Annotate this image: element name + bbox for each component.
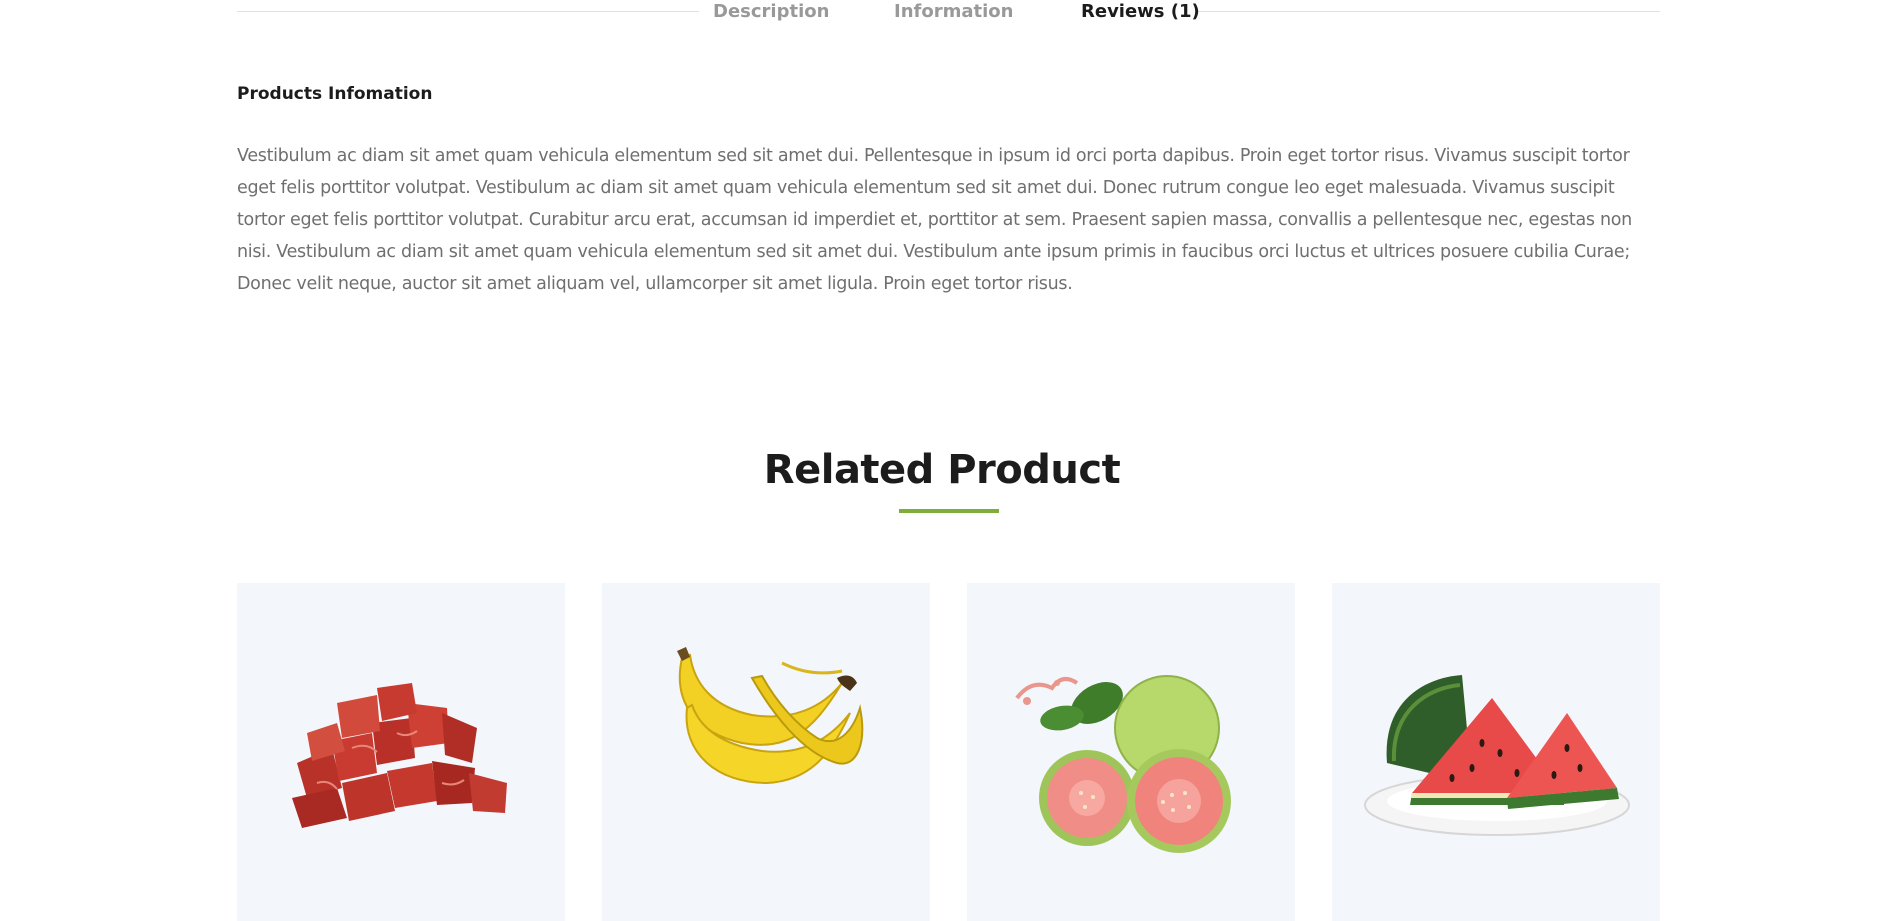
tab-information[interactable]: Information (894, 0, 1013, 24)
related-product-title: Related Product (763, 447, 1121, 493)
product-card-guava[interactable] (967, 583, 1295, 921)
guava-image (1015, 675, 1231, 853)
banana-bunch-image (677, 647, 864, 785)
title-underline (899, 509, 999, 513)
products-information-heading: Products Infomation (237, 84, 433, 104)
tabs-divider-right (1198, 11, 1660, 12)
product-card-banana[interactable] (602, 583, 930, 921)
product-tabs: Description Information Reviews (1) (237, 0, 1660, 26)
watermelon-slices-image (1364, 675, 1630, 836)
tab-description[interactable]: Description (713, 0, 829, 24)
product-card-watermelon[interactable] (1332, 583, 1660, 921)
products-information-text: Vestibulum ac diam sit amet quam vehicul… (237, 146, 1632, 294)
product-card-meat[interactable] (237, 583, 565, 921)
meat-cubes-image (292, 683, 507, 828)
related-products-grid (237, 583, 1660, 921)
tab-reviews[interactable]: Reviews (1) (1081, 0, 1200, 24)
tabs-divider-left (237, 11, 699, 12)
